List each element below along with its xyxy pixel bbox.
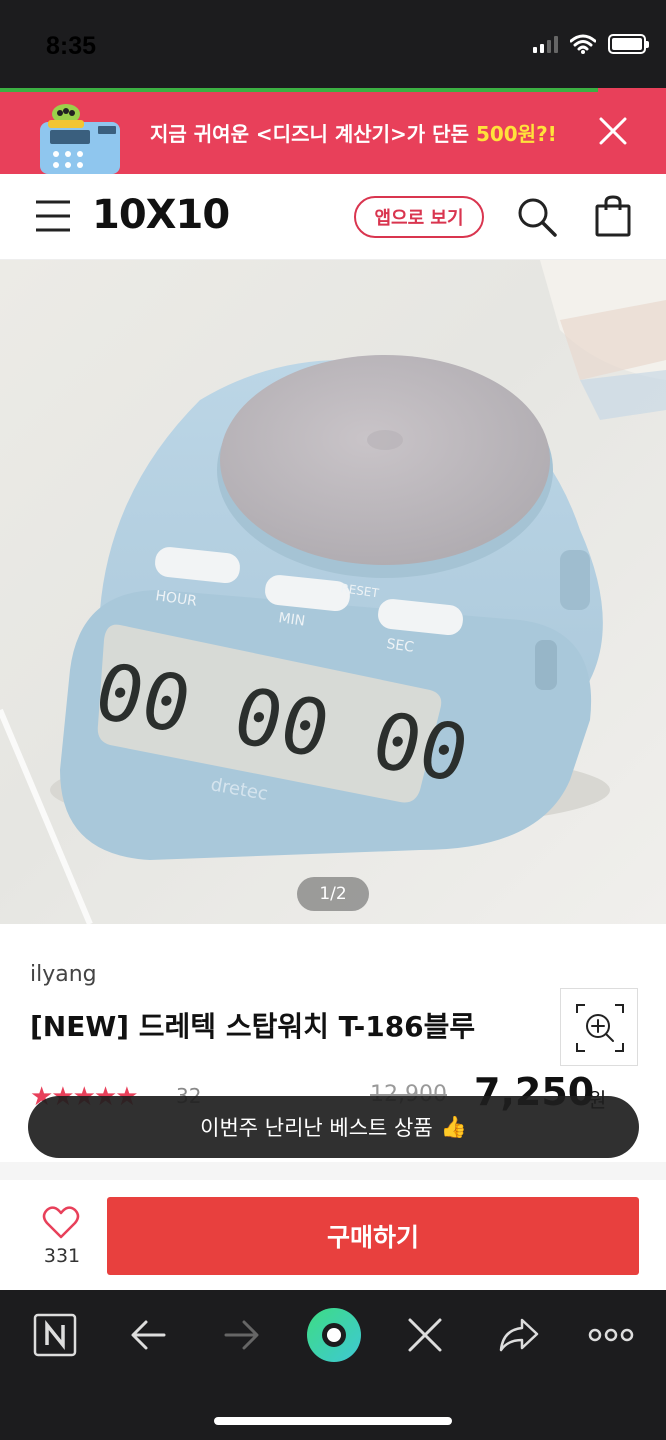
promo-highlight: 500원?! — [475, 122, 557, 146]
toast-message[interactable]: 이번주 난리난 베스트 상품 👍 — [28, 1096, 639, 1158]
product-image[interactable]: HOUR MIN RESET SEC 00 00 00 dretec — [0, 260, 666, 924]
forward-arrow-icon[interactable] — [216, 1310, 266, 1360]
open-app-button[interactable]: 앱으로 보기 — [354, 196, 484, 238]
thumbs-up-icon: 👍 — [440, 1114, 467, 1139]
like-count: 331 — [43, 1245, 81, 1267]
heart-icon[interactable] — [42, 1206, 80, 1240]
zoom-in-icon — [576, 1004, 624, 1052]
site-logo[interactable]: 10X10 — [92, 192, 230, 238]
close-icon[interactable] — [598, 116, 628, 146]
back-arrow-icon[interactable] — [124, 1310, 174, 1360]
brand-name[interactable]: ilyang — [30, 962, 97, 987]
home-indicator — [214, 1417, 452, 1425]
image-counter: 1/2 — [297, 877, 369, 911]
status-time: 8:35 — [46, 32, 97, 60]
naver-home-icon[interactable] — [30, 1310, 80, 1360]
zoom-button[interactable] — [560, 988, 638, 1066]
stopwatch-photo: HOUR MIN RESET SEC 00 00 00 dretec — [0, 260, 666, 924]
status-icons — [533, 34, 649, 54]
promo-text[interactable]: 지금 귀여운 <디즈니 계산기>가 단돈 500원?! — [150, 118, 557, 147]
buy-button[interactable]: 구매하기 — [107, 1197, 639, 1275]
green-dot-icon[interactable] — [306, 1307, 362, 1363]
section-divider — [0, 1162, 666, 1180]
wifi-icon — [570, 34, 596, 54]
cellular-signal-icon — [533, 35, 558, 53]
battery-icon — [608, 34, 649, 54]
product-title: [NEW] 드레텍 스탑워치 T-186블루 — [30, 1010, 476, 1043]
toast-text: 이번주 난리난 베스트 상품 — [200, 1116, 433, 1140]
calculator-character-icon — [40, 104, 120, 174]
hamburger-menu-icon[interactable] — [34, 198, 72, 234]
promo-progress-bar — [0, 88, 598, 92]
shopping-bag-icon[interactable] — [594, 194, 632, 238]
more-options-icon[interactable] — [586, 1310, 636, 1360]
search-icon[interactable] — [516, 196, 558, 238]
close-tab-icon[interactable] — [400, 1310, 450, 1360]
promo-text-main: 지금 귀여운 <디즈니 계산기>가 단돈 — [150, 122, 476, 146]
share-icon[interactable] — [494, 1310, 544, 1360]
